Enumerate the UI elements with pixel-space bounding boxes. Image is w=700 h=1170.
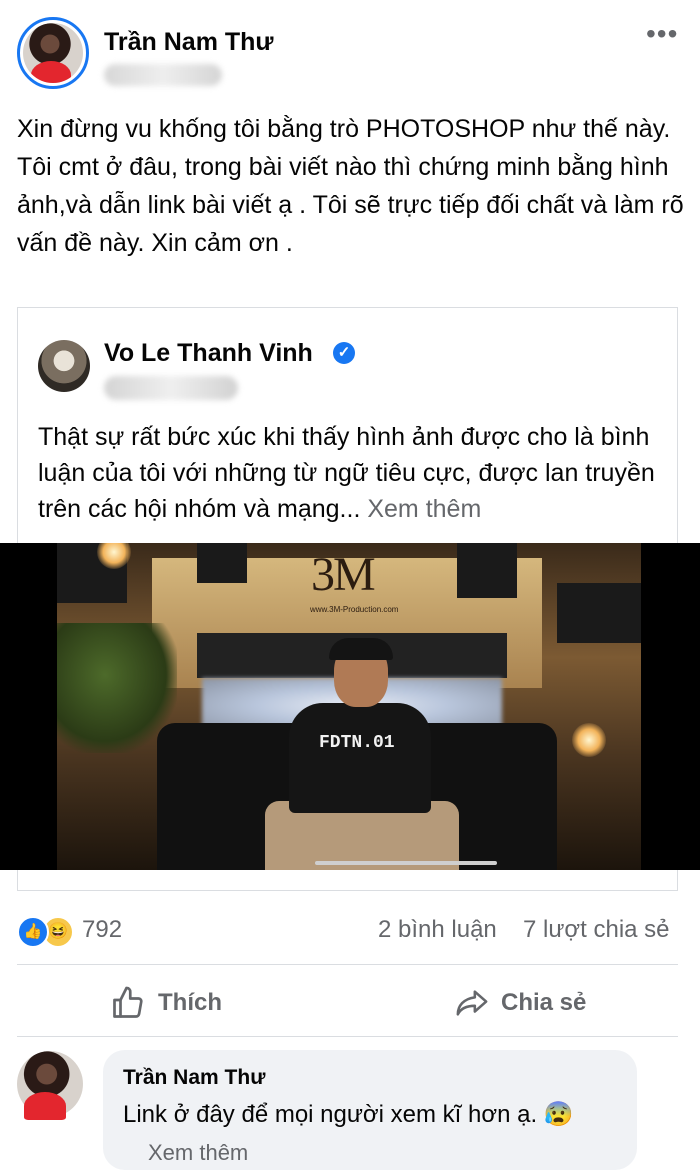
post-text: Xin đừng vu khống tôi bằng trò PHOTOSHOP… [17, 115, 684, 257]
divider [17, 1036, 678, 1037]
thumbs-up-icon [113, 986, 143, 1018]
shared-post-text: Thật sự rất bức xúc khi thấy hình ảnh đư… [38, 419, 668, 527]
video-player[interactable]: FDTN.01 3M www.3M-Production.com [0, 543, 700, 870]
shared-blurred-timestamp [104, 376, 238, 400]
video-frame: FDTN.01 3M www.3M-Production.com [57, 543, 641, 870]
author-avatar[interactable] [17, 17, 89, 89]
see-more-link[interactable]: Xem thêm [367, 495, 481, 523]
person-cap [329, 638, 393, 660]
like-button[interactable]: Thích [110, 980, 222, 1026]
acoustic-foam [557, 583, 641, 643]
studio-logo-url: www.3M-Production.com [310, 605, 399, 614]
shared-post-author-name[interactable]: Vo Le Thanh Vinh [104, 339, 313, 368]
shares-count[interactable]: 7 lượt chia sẻ [523, 916, 670, 944]
reaction-count[interactable]: 792 [82, 916, 122, 944]
share-button-label: Chia sẻ [501, 989, 587, 1016]
person-body [289, 703, 431, 813]
acoustic-foam [197, 543, 247, 583]
lamp [572, 723, 606, 757]
comment-author[interactable]: Trần Nam Thư [123, 1066, 265, 1090]
author-avatar-image [23, 23, 83, 83]
acoustic-foam [457, 543, 517, 598]
ellipsis-icon[interactable]: ••• [646, 20, 678, 48]
comments-count[interactable]: 2 bình luận [378, 916, 497, 944]
divider [17, 964, 678, 965]
share-arrow-icon [456, 990, 488, 1016]
like-icon: 👍 [17, 916, 49, 948]
shared-post-body: Thật sự rất bức xúc khi thấy hình ảnh đư… [38, 423, 655, 523]
commenter-avatar-detail [24, 1092, 66, 1120]
post-author-name[interactable]: Trần Nam Thư [104, 28, 274, 57]
verified-check-icon: ✓ [333, 342, 355, 364]
shirt-text: FDTN.01 [319, 733, 395, 753]
comment-see-more[interactable]: Xem thêm [148, 1140, 248, 1166]
blurred-timestamp [104, 64, 222, 86]
comment-text: Link ở đây để mọi người xem kĩ hơn ạ. 😰 [123, 1101, 574, 1128]
shared-author-avatar[interactable] [38, 340, 90, 392]
studio-logo: 3M [311, 548, 376, 601]
like-button-label: Thích [158, 989, 222, 1016]
video-progress-bar[interactable] [315, 861, 497, 865]
share-button[interactable]: Chia sẻ [455, 980, 586, 1026]
